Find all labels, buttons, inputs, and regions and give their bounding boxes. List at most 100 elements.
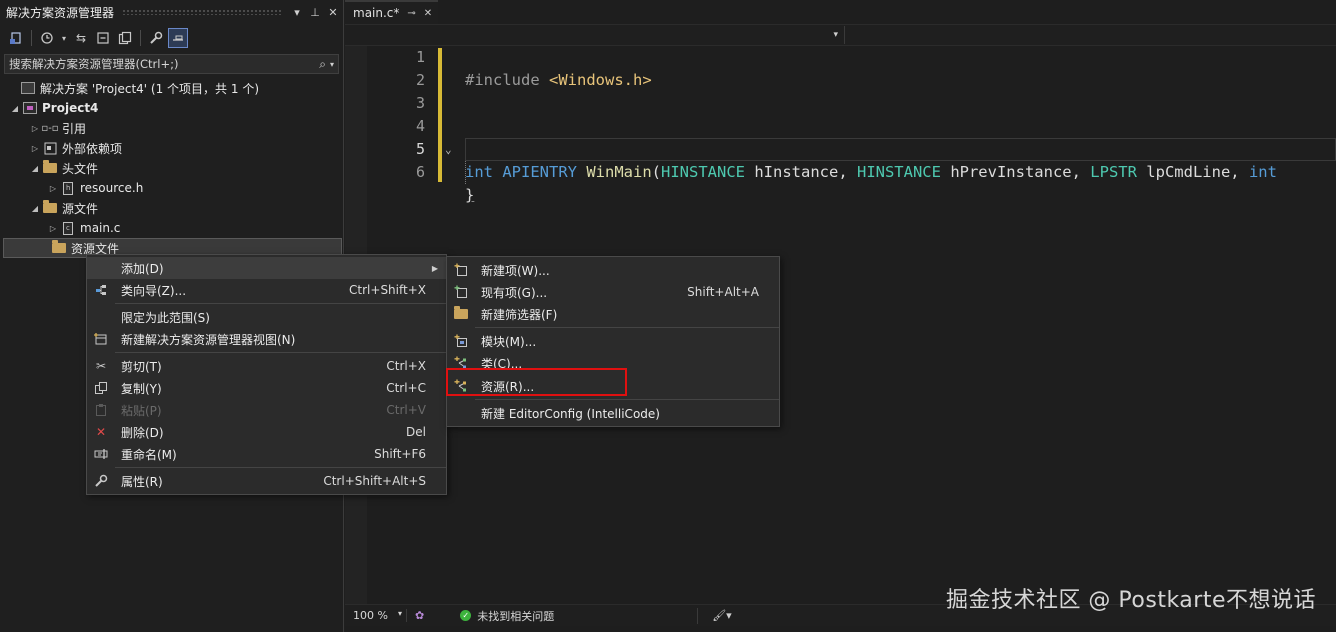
collapsed-arrow-icon[interactable]: ▷	[28, 124, 42, 133]
tree-item-label: 头文件	[62, 161, 99, 176]
issues-indicator[interactable]: ✓ 未找到相关问题	[432, 607, 699, 624]
line-number: 1	[415, 48, 425, 66]
menu-item-rename[interactable]: 重命名(M) Shift+F6	[87, 443, 446, 465]
menu-item-new-item[interactable]: 新建项(W)...	[447, 259, 779, 281]
closing-brace: }	[465, 186, 475, 204]
pin-icon[interactable]: ⊥	[307, 6, 323, 19]
zoom-level: 100 %	[353, 609, 388, 622]
zoom-control[interactable]: 100 % ▾	[345, 609, 407, 622]
param-name: hInstance,	[745, 163, 857, 181]
menu-separator	[475, 327, 779, 328]
code-lines: #include <Windows.h> ⌄ int APIENTRY WinM…	[445, 46, 1277, 204]
menu-item-scope-to-this[interactable]: 限定为此范围(S)	[87, 306, 446, 328]
tree-item-resource-h[interactable]: ▷ resource.h	[0, 178, 343, 198]
copy-icon	[87, 381, 115, 395]
search-icon[interactable]: ⌕	[319, 57, 326, 72]
code-cleanup-brush-icon[interactable]: 🖌▾	[698, 609, 732, 622]
switch-views-icon[interactable]	[6, 28, 26, 48]
chevron-down-icon[interactable]: ▾	[398, 609, 402, 622]
collapse-all-icon[interactable]	[93, 28, 113, 48]
highlight-annotation-box	[446, 368, 627, 396]
tree-item-references[interactable]: ▷ ▫-▫ 引用	[0, 118, 343, 138]
line-number: 4	[415, 117, 425, 135]
navigation-bar: ▾	[345, 24, 1336, 46]
solution-explorer-toolbar: ▾ ⇆	[0, 24, 343, 52]
line-number: 3	[415, 94, 425, 112]
menu-separator	[115, 467, 446, 468]
menu-item-class-wizard[interactable]: 类向导(Z)... Ctrl+Shift+X	[87, 279, 446, 301]
search-options-chevron-icon[interactable]: ▾	[330, 60, 334, 69]
collapsed-arrow-icon[interactable]: ▷	[46, 184, 60, 193]
wrench-icon	[87, 474, 115, 488]
project-icon	[22, 101, 38, 115]
module-icon	[447, 334, 475, 348]
menu-item-properties[interactable]: 属性(R) Ctrl+Shift+Alt+S	[87, 470, 446, 492]
code-line-1: #include <Windows.h>	[445, 46, 652, 89]
tree-item-source-files[interactable]: ◢ 源文件	[0, 198, 343, 218]
tree-item-project[interactable]: ◢ Project4	[0, 98, 343, 118]
member-dropdown[interactable]	[845, 26, 1336, 44]
tree-item-solution[interactable]: 解决方案 'Project4' (1 个项目，共 1 个)	[0, 78, 343, 98]
document-tab-bar: main.c* ⊸ ✕	[345, 0, 1336, 24]
window-position-dropdown-icon[interactable]: ▾	[289, 6, 305, 19]
pin-tab-icon[interactable]: ⊸	[407, 8, 415, 19]
tree-item-label: 引用	[62, 121, 87, 136]
scope-dropdown[interactable]: ▾	[345, 26, 845, 44]
pending-changes-filter-icon[interactable]	[37, 28, 57, 48]
collapsed-arrow-icon[interactable]: ▷	[46, 224, 60, 233]
line-number: 2	[415, 71, 425, 89]
tab-main-c[interactable]: main.c* ⊸ ✕	[345, 0, 439, 24]
paste-icon	[87, 403, 115, 417]
properties-wrench-icon[interactable]	[146, 28, 166, 48]
watermark: 掘金技术社区 @ Postkarte不想说话	[945, 588, 1316, 613]
menu-separator	[115, 303, 446, 304]
param-name: lpCmdLine,	[1136, 163, 1249, 181]
references-icon: ▫-▫	[41, 122, 59, 134]
unsaved-changes-bar	[438, 48, 442, 182]
existing-item-icon	[447, 285, 475, 299]
menu-item-existing-item[interactable]: 现有项(G)... Shift+Alt+A	[447, 281, 779, 303]
preview-selected-items-icon[interactable]	[168, 28, 188, 48]
check-icon: ✓	[460, 610, 472, 621]
menu-item-add[interactable]: 添加(D) ▶	[87, 257, 446, 279]
sync-with-document-icon[interactable]: ⇆	[71, 28, 91, 48]
menu-item-paste[interactable]: 粘贴(P) Ctrl+V	[87, 399, 446, 421]
toolbar-separator	[31, 30, 32, 46]
show-all-files-icon[interactable]	[115, 28, 135, 48]
submenu-arrow-icon: ▶	[431, 263, 438, 273]
expanded-arrow-icon[interactable]: ◢	[8, 104, 22, 113]
menu-item-delete[interactable]: ✕ 删除(D) Del	[87, 421, 446, 443]
intellicode-icon[interactable]: ✿	[407, 609, 432, 622]
tree-item-header-files[interactable]: ◢ 头文件	[0, 158, 343, 178]
menu-item-new-filter[interactable]: 新建筛选器(F)	[447, 303, 779, 325]
close-icon[interactable]: ✕	[325, 6, 341, 19]
close-tab-icon[interactable]: ✕	[424, 8, 432, 19]
search-input[interactable]	[9, 57, 320, 71]
menu-item-new-solution-explorer-view[interactable]: 新建解决方案资源管理器视图(N)	[87, 328, 446, 350]
new-item-icon	[447, 263, 475, 277]
menu-item-cut[interactable]: ✂ 剪切(T) Ctrl+X	[87, 355, 446, 377]
menu-item-new-editorconfig[interactable]: 新建 EditorConfig (IntelliCode)	[447, 402, 779, 424]
collapsed-arrow-icon[interactable]: ▷	[28, 144, 42, 153]
expanded-arrow-icon[interactable]: ◢	[28, 204, 42, 213]
chevron-down-icon[interactable]: ▾	[59, 28, 69, 48]
solution-explorer-titlebar: 解决方案资源管理器 ▾ ⊥ ✕	[0, 0, 343, 24]
new-folder-icon	[447, 306, 475, 319]
menu-item-copy[interactable]: 复制(Y) Ctrl+C	[87, 377, 446, 399]
tree-item-main-c[interactable]: ▷ main.c	[0, 218, 343, 238]
menu-item-module[interactable]: 模块(M)...	[447, 330, 779, 352]
solution-explorer-search[interactable]: ⌕ ▾	[4, 54, 339, 74]
class-wizard-icon	[87, 283, 115, 297]
panel-title: 解决方案资源管理器	[6, 5, 115, 20]
tree-item-label: 解决方案 'Project4' (1 个项目，共 1 个)	[40, 81, 259, 96]
context-menu: 添加(D) ▶ 类向导(Z)... Ctrl+Shift+X 限定为此范围(S)…	[86, 254, 447, 495]
tree-item-label: main.c	[80, 221, 121, 235]
expanded-arrow-icon[interactable]: ◢	[28, 164, 42, 173]
param-name: hPrevInstance,	[940, 163, 1091, 181]
scissors-icon: ✂	[95, 359, 107, 373]
function-name: WinMain	[586, 163, 652, 181]
panel-grip[interactable]	[122, 9, 281, 15]
tree-item-external-dependencies[interactable]: ▷ 外部依赖项	[0, 138, 343, 158]
